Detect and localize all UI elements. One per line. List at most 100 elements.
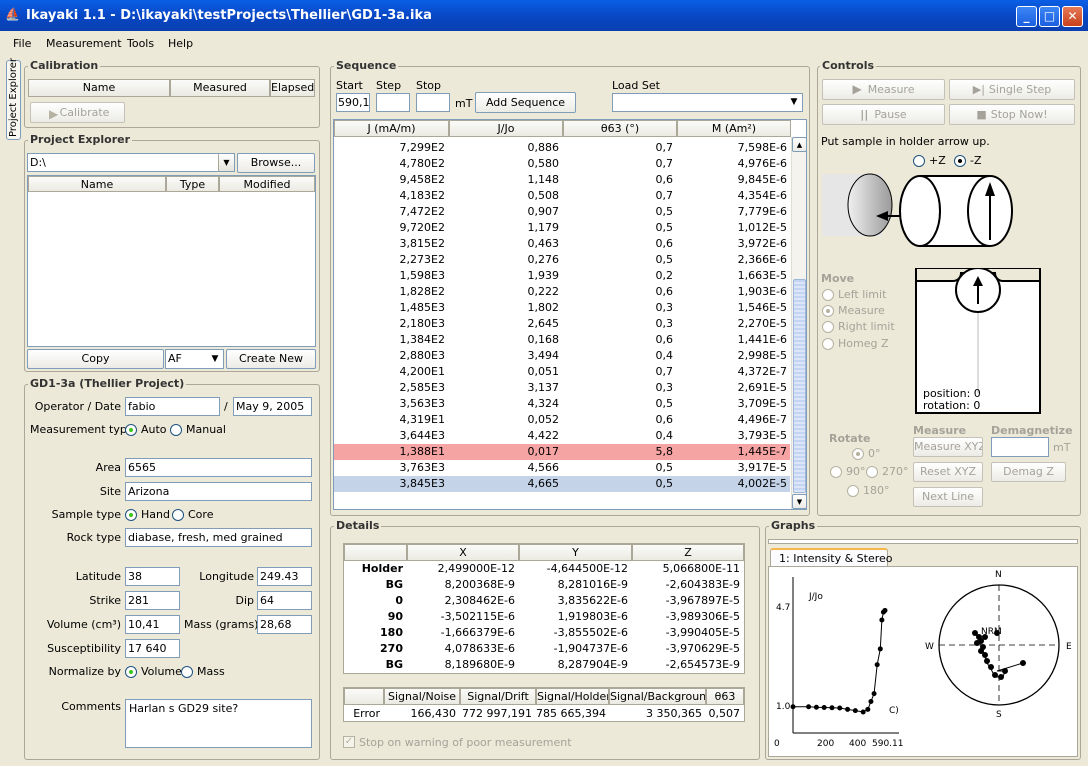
table-row[interactable]: 1,384E2 0,168 0,6 1,441E-6 [334,332,790,348]
path-select[interactable]: D:\ ▼ [27,153,235,172]
table-row[interactable]: 2,880E3 3,494 0,4 2,998E-5 [334,348,790,364]
explorer-col-type[interactable]: Type [166,176,219,192]
table-row[interactable]: 3,815E2 0,463 0,6 3,972E-6 [334,236,790,252]
table-row[interactable]: 7,472E2 0,907 0,5 7,779E-6 [334,204,790,220]
type-select[interactable]: AF ▼ [165,349,224,369]
explorer-col-name[interactable]: Name [28,176,166,192]
table-row[interactable]: 2,585E3 3,137 0,3 2,691E-5 [334,380,790,396]
scroll-down-icon[interactable]: ▼ [792,494,806,509]
seq-col-jjo[interactable]: J/Jo [449,120,563,137]
minus-z-radio[interactable] [954,155,966,167]
scrollbar[interactable]: ▲ ▼ [791,137,806,509]
measure-xyz-button[interactable]: Measure XYZ [913,437,983,457]
seq-col-theta[interactable]: θ63 (°) [563,120,677,137]
operator-field[interactable]: fabio [125,397,220,416]
table-row[interactable]: 1,828E2 0,222 0,6 1,903E-6 [334,284,790,300]
mass-field[interactable]: 28,68 [257,615,312,634]
browse-button[interactable]: Browse... [237,153,315,173]
table-row[interactable]: 4,183E2 0,508 0,7 4,354E-6 [334,188,790,204]
table-row[interactable]: 1,388E1 0,017 5,8 1,445E-7 [334,444,790,460]
menu-file[interactable]: File [13,37,31,50]
step-field[interactable] [376,93,410,112]
table-row[interactable]: 3,563E3 4,324 0,5 3,709E-5 [334,396,790,412]
chevron-down-icon[interactable]: ▼ [218,154,234,171]
sequence-table[interactable]: J (mA/m) J/Jo θ63 (°) M (Am²) 7,299E2 0,8… [333,119,807,510]
left-limit-radio[interactable] [822,289,834,301]
cal-col-name[interactable]: Name [28,79,170,97]
demag-z-button[interactable]: Demag Z [991,462,1066,482]
explorer-col-modified[interactable]: Modified [219,176,315,192]
susceptibility-field[interactable]: 17 640 [125,639,180,658]
table-row[interactable]: 2,180E3 2,645 0,3 2,270E-5 [334,316,790,332]
table-row[interactable]: 2,273E2 0,276 0,5 2,366E-6 [334,252,790,268]
table-row[interactable]: 3,763E3 4,566 0,5 3,917E-5 [334,460,790,476]
date-field[interactable]: May 9, 2005 [233,397,312,416]
seq-col-j[interactable]: J (mA/m) [334,120,449,137]
start-field[interactable]: 590,1 [336,93,370,112]
site-field[interactable]: Arizona [125,482,312,501]
add-sequence-button[interactable]: Add Sequence [475,92,576,113]
copy-button[interactable]: Copy [27,349,164,369]
table-row[interactable]: 1,598E3 1,939 0,2 1,663E-5 [334,268,790,284]
table-row[interactable]: 4,780E2 0,580 0,7 4,976E-6 [334,156,790,172]
table-row[interactable]: 4,200E1 0,051 0,7 4,372E-7 [334,364,790,380]
scroll-up-icon[interactable]: ▲ [792,137,806,152]
menu-tools[interactable]: Tools [127,37,154,50]
next-line-button[interactable]: Next Line [913,487,983,507]
minimize-button[interactable]: _ [1016,6,1037,27]
create-new-button[interactable]: Create New [226,349,316,369]
tab-intensity-stereo[interactable]: 1: Intensity & Stereo [770,548,893,567]
stop-now-button[interactable]: ■ Stop Now! [949,104,1075,125]
volume-radio[interactable] [125,666,137,678]
table-row[interactable]: 1,485E3 1,802 0,3 1,546E-5 [334,300,790,316]
table-row[interactable]: 4,319E1 0,052 0,6 4,496E-7 [334,412,790,428]
mass-radio[interactable] [181,666,193,678]
area-field[interactable]: 6565 [125,458,312,477]
table-row[interactable]: 9,720E2 1,179 0,5 1,012E-5 [334,220,790,236]
seq-col-m[interactable]: M (Am²) [677,120,791,137]
loadset-select[interactable]: ▼ [612,93,803,112]
rotate-180-radio[interactable] [847,485,859,497]
plus-z-radio[interactable] [913,155,925,167]
dip-field[interactable]: 64 [257,591,312,610]
calibrate-button[interactable]: ▶ Calibrate [30,102,125,123]
longitude-field[interactable]: 249.43 [257,567,312,586]
rotate-270-radio[interactable] [866,466,878,478]
comments-field[interactable]: Harlan s GD29 site? [125,699,312,748]
menu-measurement[interactable]: Measurement [46,37,122,50]
rotate-90-radio[interactable] [830,466,842,478]
rotate-0-radio[interactable] [852,448,864,460]
right-limit-radio[interactable] [822,321,834,333]
cal-col-elapsed[interactable]: Elapsed [270,79,315,97]
manual-radio[interactable] [170,424,182,436]
measure-position-radio[interactable] [822,305,834,317]
cal-col-measured[interactable]: Measured [170,79,270,97]
volume-field[interactable]: 10,41 [125,615,180,634]
table-row[interactable]: 9,458E2 1,148 0,6 9,845E-6 [334,172,790,188]
table-row[interactable]: 3,845E3 4,665 0,5 4,002E-5 [334,476,790,492]
homeg-z-radio[interactable] [822,338,834,350]
table-row[interactable]: 7,299E2 0,886 0,7 7,598E-6 [334,140,790,156]
rock-field[interactable]: diabase, fresh, med grained [125,528,312,547]
chevron-down-icon[interactable]: ▼ [207,350,223,368]
latitude-field[interactable]: 38 [125,567,180,586]
measure-button[interactable]: ▶ Measure [822,79,945,100]
stop-warning-checkbox[interactable]: ✓ [343,736,355,748]
auto-radio[interactable] [125,424,137,436]
pause-button[interactable]: || Pause [822,104,945,125]
scroll-thumb[interactable] [793,279,806,493]
close-button[interactable]: ✕ [1062,6,1083,27]
side-tab-project-explorer[interactable]: Project Explorer [6,58,21,140]
core-radio[interactable] [172,509,184,521]
reset-xyz-button[interactable]: Reset XYZ [913,462,983,482]
maximize-button[interactable]: □ [1039,6,1060,27]
strike-field[interactable]: 281 [125,591,180,610]
chevron-down-icon[interactable]: ▼ [786,94,802,111]
file-list[interactable] [27,175,316,347]
stop-field[interactable] [416,93,450,112]
single-step-button[interactable]: ▶| Single Step [949,79,1075,100]
menu-help[interactable]: Help [168,37,193,50]
demag-field[interactable] [991,437,1049,457]
hand-radio[interactable] [125,509,137,521]
table-row[interactable]: 3,644E3 4,422 0,4 3,793E-5 [334,428,790,444]
